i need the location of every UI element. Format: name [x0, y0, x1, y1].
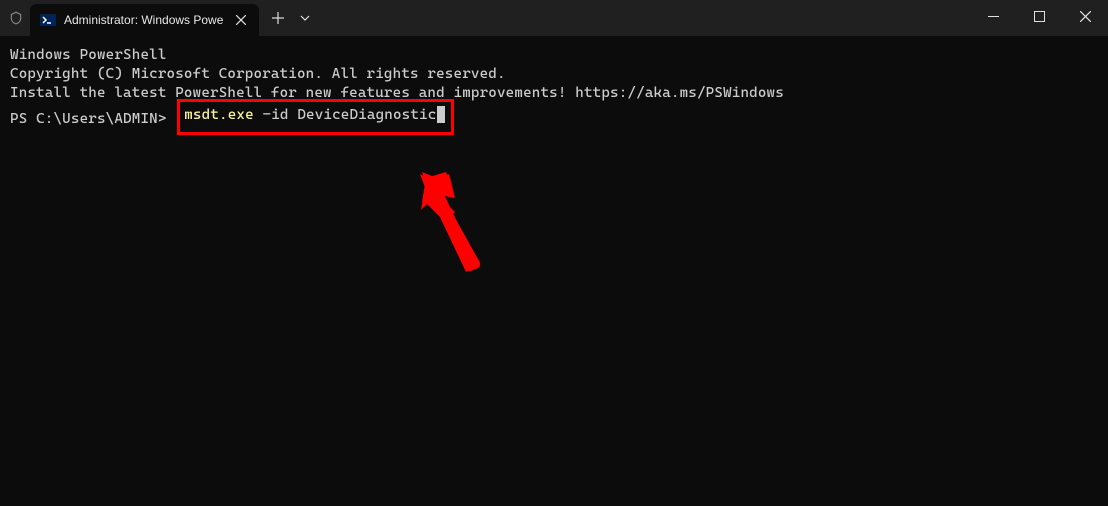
prompt: PS C:\Users\ADMIN>	[10, 110, 167, 129]
powershell-icon	[40, 12, 56, 28]
arrow-annotation	[415, 174, 495, 288]
tab-active[interactable]: Administrator: Windows Powe	[30, 4, 259, 36]
command-highlight-box: msdt.exe -id DeviceDiagnostic	[177, 99, 454, 136]
terminal-body[interactable]: Windows PowerShell Copyright (C) Microso…	[0, 36, 1108, 145]
arrow-icon	[408, 170, 498, 290]
minimize-button[interactable]	[970, 0, 1016, 32]
prompt-line: PS C:\Users\ADMIN> msdt.exe -id DeviceDi…	[10, 103, 1098, 136]
maximize-button[interactable]	[1016, 0, 1062, 32]
window-controls	[970, 0, 1108, 36]
terminal-line: Windows PowerShell	[10, 46, 1098, 65]
command-executable: msdt.exe	[184, 107, 254, 123]
command-flag: -id	[263, 107, 289, 123]
new-tab-button[interactable]	[263, 3, 293, 33]
tab-dropdown-button[interactable]	[293, 3, 317, 33]
tab-title: Administrator: Windows Powe	[64, 13, 223, 27]
close-button[interactable]	[1062, 0, 1108, 32]
terminal-line: Copyright (C) Microsoft Corporation. All…	[10, 65, 1098, 84]
shield-icon	[8, 10, 24, 26]
titlebar: Administrator: Windows Powe	[0, 0, 1108, 36]
terminal-line: Install the latest PowerShell for new fe…	[10, 84, 1098, 103]
command-argument: DeviceDiagnostic	[297, 107, 436, 123]
cursor	[437, 106, 445, 123]
tab-close-button[interactable]	[233, 12, 249, 28]
